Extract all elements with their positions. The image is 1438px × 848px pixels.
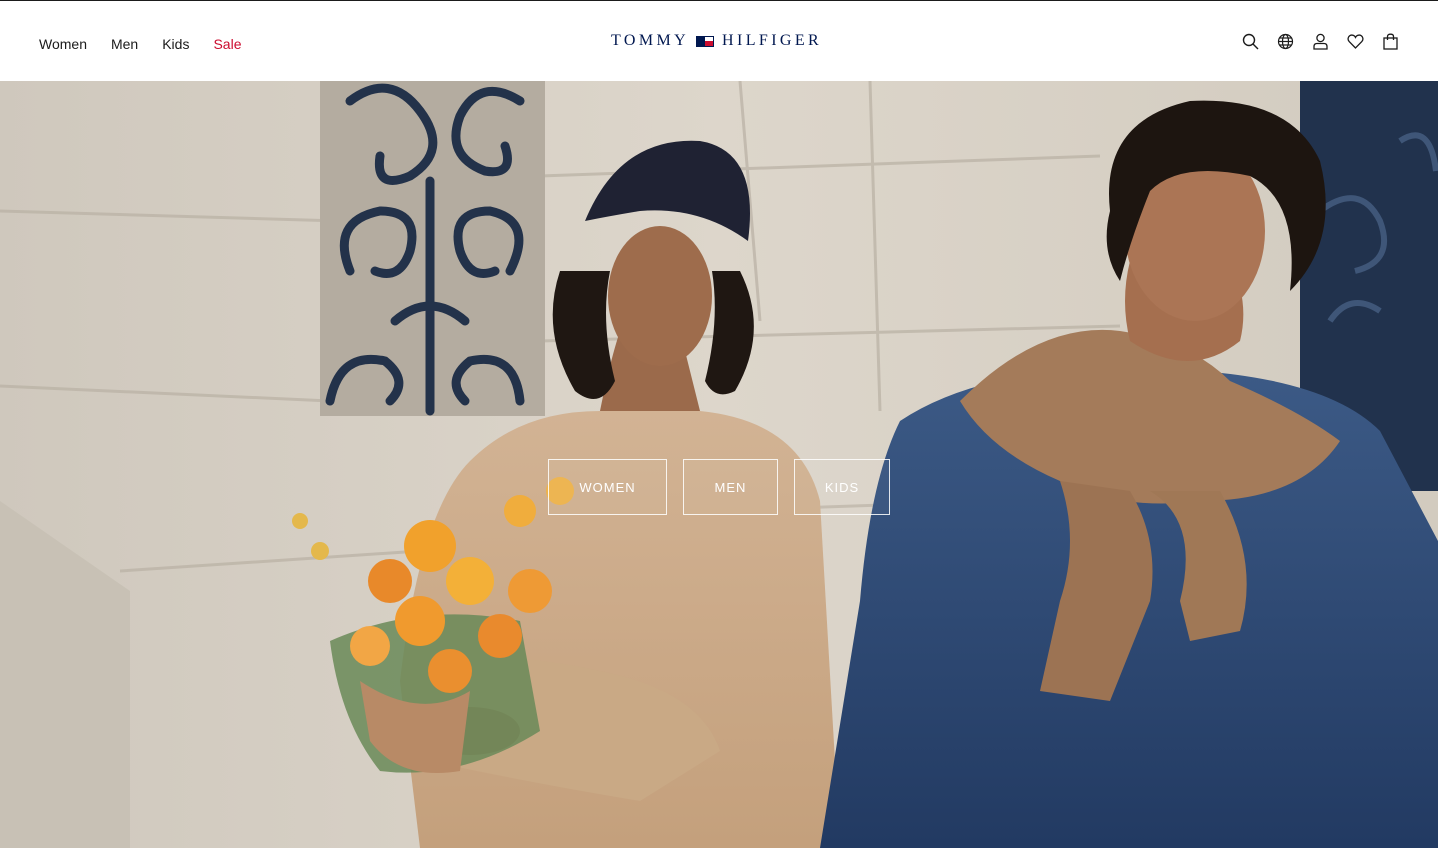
header-icons: [1242, 33, 1399, 50]
shop-women-button[interactable]: WOMEN: [548, 459, 667, 515]
logo-word-hilfiger: HILFIGER: [722, 32, 823, 49]
brand-logo[interactable]: TOMMY HILFIGER: [611, 32, 822, 50]
main-nav: Women Men Kids Sale: [39, 36, 265, 52]
account-icon[interactable]: [1312, 33, 1329, 50]
nav-kids[interactable]: Kids: [162, 36, 189, 52]
wishlist-heart-icon[interactable]: [1347, 33, 1364, 50]
hero-banner[interactable]: WOMEN MEN KIDS: [0, 81, 1438, 848]
nav-women[interactable]: Women: [39, 36, 87, 52]
shop-men-button[interactable]: MEN: [683, 459, 778, 515]
search-icon[interactable]: [1242, 33, 1259, 50]
nav-sale[interactable]: Sale: [213, 36, 241, 52]
nav-men[interactable]: Men: [111, 36, 138, 52]
site-header: Women Men Kids Sale TOMMY HILFIGER: [0, 1, 1438, 81]
shop-kids-button[interactable]: KIDS: [794, 459, 890, 515]
shopping-bag-icon[interactable]: [1382, 33, 1399, 50]
category-buttons: WOMEN MEN KIDS: [548, 459, 890, 515]
logo-word-tommy: TOMMY: [611, 32, 690, 49]
globe-icon[interactable]: [1277, 33, 1294, 50]
flag-icon: [696, 35, 715, 47]
